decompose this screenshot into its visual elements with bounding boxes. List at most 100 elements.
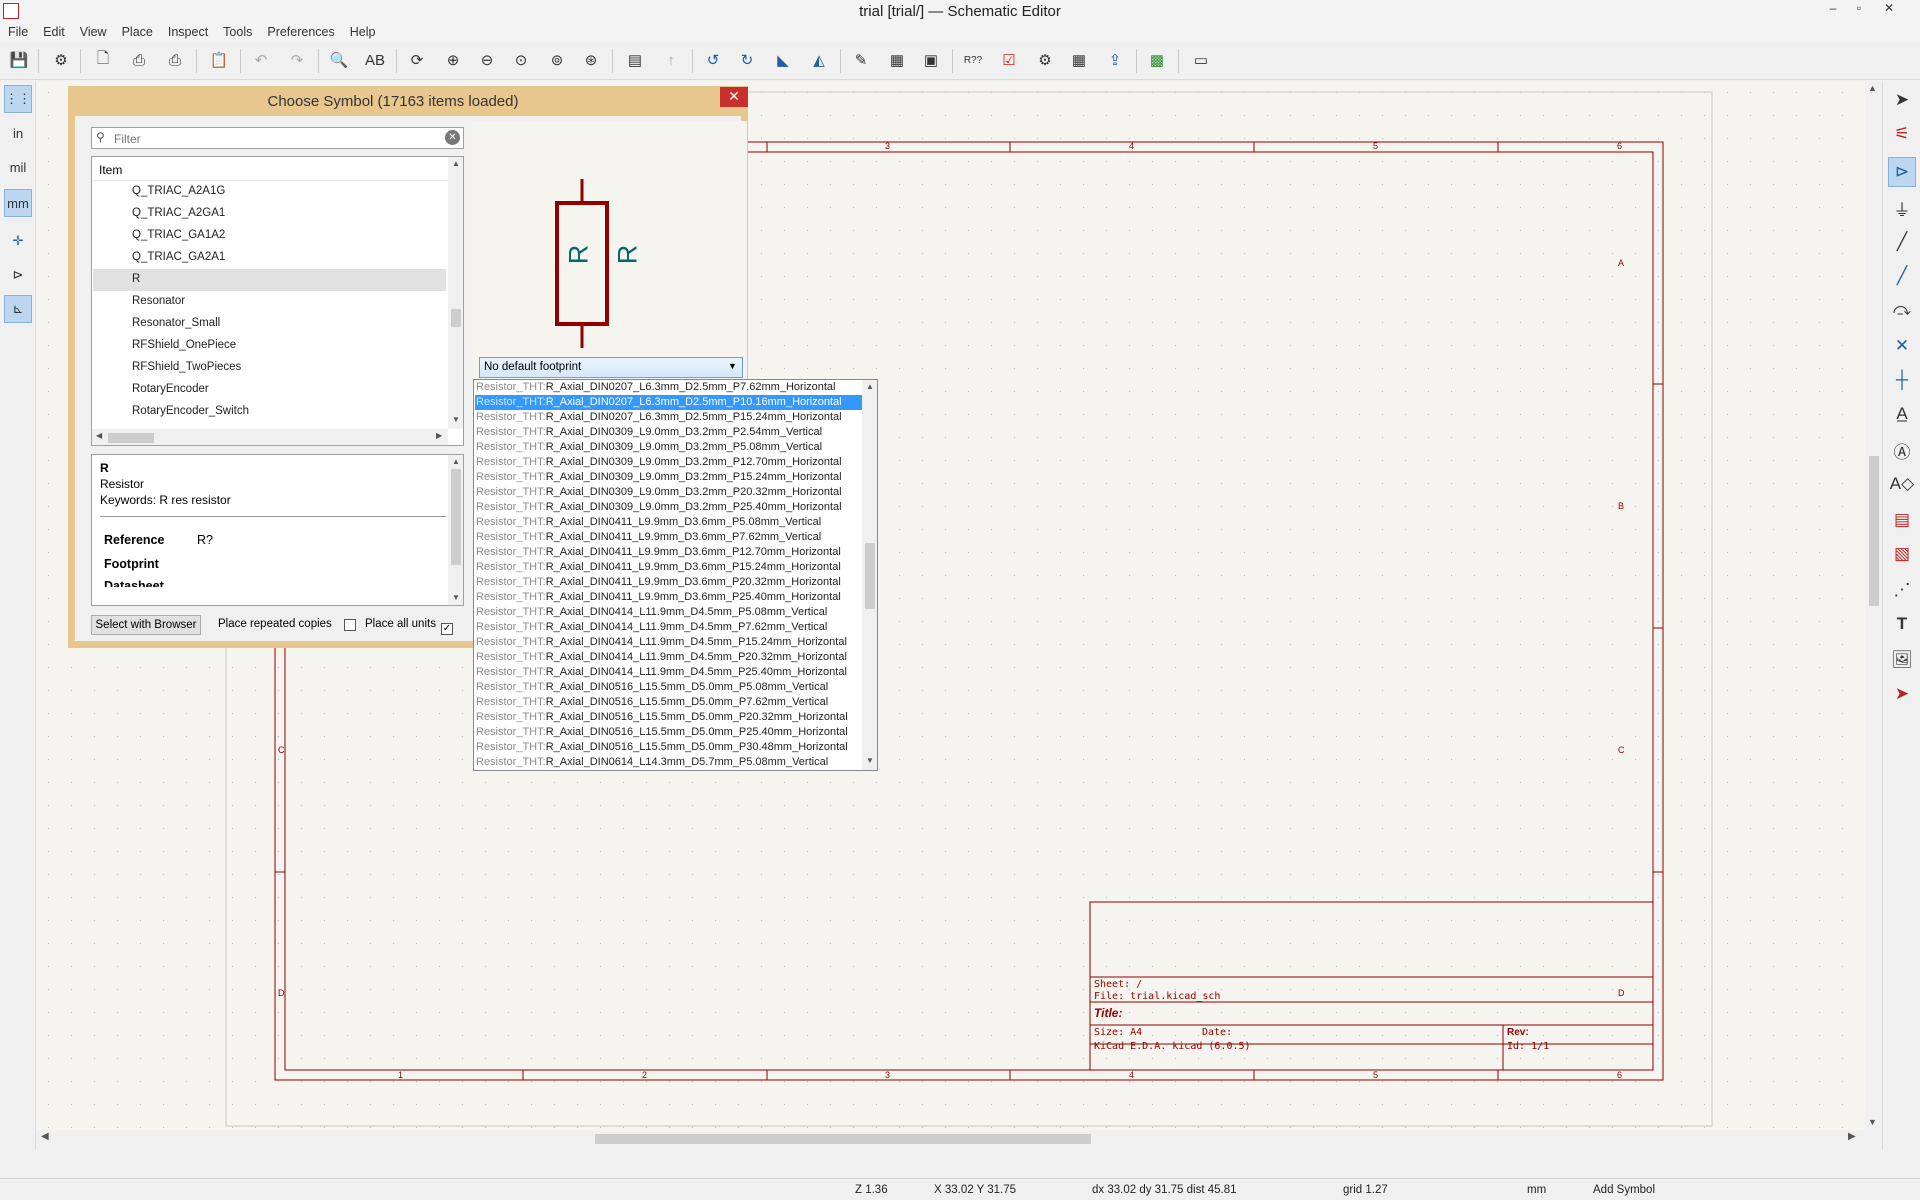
menu-help[interactable]: Help <box>342 22 383 39</box>
generate-bom-icon[interactable]: ⇪ <box>1102 47 1128 73</box>
cursor-style-icon[interactable]: ✛ <box>4 227 32 255</box>
add-image-icon[interactable]: 🖼 <box>1888 645 1916 675</box>
symbol-list-item[interactable]: RFShield_OnePiece <box>93 335 446 357</box>
add-power-icon[interactable]: ⏚ <box>1888 193 1916 223</box>
highlight-net-icon[interactable]: ⚟ <box>1888 119 1916 149</box>
symbol-list-item[interactable]: RFShield_TwoPieces <box>93 357 446 379</box>
mirror-vertical-icon[interactable]: ◣ <box>770 47 796 73</box>
symbol-tree-hscroll[interactable]: ◀ ▶ <box>92 429 448 445</box>
units-inches-button[interactable]: in <box>4 119 32 147</box>
add-sheet-icon[interactable]: ▤ <box>1888 505 1916 535</box>
paste-icon[interactable]: 📋 <box>206 47 232 73</box>
symbol-list-item[interactable]: Q_TRIAC_A2A1G <box>93 181 446 203</box>
footprint-list-item[interactable]: Resistor_THT:R_Axial_DIN0309_L9.0mm_D3.2… <box>475 455 862 470</box>
footprint-list-item[interactable]: Resistor_THT:R_Axial_DIN0309_L9.0mm_D3.2… <box>475 470 862 485</box>
import-sheet-pin-icon[interactable]: ▧ <box>1888 539 1916 569</box>
symbol-tree-vscroll[interactable]: ▲ ▼ <box>448 157 463 429</box>
footprint-list-item[interactable]: Resistor_THT:R_Axial_DIN0516_L15.5mm_D5.… <box>475 740 862 755</box>
footprint-list-vscroll[interactable]: ▲ ▼ <box>862 380 877 770</box>
footprint-select[interactable]: No default footprint ▼ <box>479 357 743 378</box>
footprint-list-item[interactable]: Resistor_THT:R_Axial_DIN0207_L6.3mm_D2.5… <box>475 410 862 425</box>
minimize-button[interactable]: – <box>1820 1 1846 19</box>
footprint-list-item[interactable]: Resistor_THT:R_Axial_DIN0414_L11.9mm_D4.… <box>475 665 862 680</box>
add-global-label-icon[interactable]: Ⓐ <box>1888 435 1916 465</box>
details-vscroll[interactable]: ▲ ▼ <box>448 455 463 605</box>
footprint-list-item[interactable]: Resistor_THT:R_Axial_DIN0414_L11.9mm_D4.… <box>475 635 862 650</box>
mirror-horizontal-icon[interactable]: ◭ <box>806 47 832 73</box>
hidden-pins-icon[interactable]: ⊳ <box>4 261 32 289</box>
annotate-icon[interactable]: R?? <box>960 47 986 73</box>
redo-icon[interactable]: ↷ <box>284 47 310 73</box>
footprint-list-item[interactable]: Resistor_THT:R_Axial_DIN0411_L9.9mm_D3.6… <box>475 515 862 530</box>
footprint-list-item[interactable]: Resistor_THT:R_Axial_DIN0309_L9.0mm_D3.2… <box>475 440 862 455</box>
vertical-scroll-thumb[interactable] <box>1869 456 1879 606</box>
delete-tool-icon[interactable]: ➤ <box>1888 679 1916 709</box>
symbol-editor-icon[interactable]: ✎ <box>848 47 874 73</box>
add-bus-entry-icon[interactable]: ⤼ <box>1888 295 1916 325</box>
select-tool-icon[interactable]: ➤ <box>1888 85 1916 115</box>
place-repeated-copies-checkbox[interactable] <box>340 618 356 632</box>
footprint-list-item[interactable]: Resistor_THT:R_Axial_DIN0411_L9.9mm_D3.6… <box>475 560 862 575</box>
symbol-list-item[interactable]: R <box>93 269 446 291</box>
symbol-tree[interactable]: Item Q_TRIAC_A2A1G Q_TRIAC_A2GA1 Q_TRIAC_G… <box>91 156 464 446</box>
footprint-list-item[interactable]: Resistor_THT:R_Axial_DIN0516_L15.5mm_D5.… <box>475 695 862 710</box>
print-icon[interactable]: ⎙ <box>126 47 152 73</box>
footprint-list-item[interactable]: Resistor_THT:R_Axial_DIN0414_L11.9mm_D4.… <box>475 620 862 635</box>
erc-icon[interactable]: ☑ <box>996 47 1022 73</box>
schematic-setup-icon[interactable]: ⚙ <box>48 47 74 73</box>
add-junction-icon[interactable]: ┼ <box>1888 365 1916 395</box>
footprint-list-item[interactable]: Resistor_THT:R_Axial_DIN0516_L15.5mm_D5.… <box>475 710 862 725</box>
footprint-list-item[interactable]: Resistor_THT:R_Axial_DIN0516_L15.5mm_D5.… <box>475 725 862 740</box>
units-mils-button[interactable]: mil <box>4 153 32 181</box>
assign-footprints-icon[interactable]: ⚙ <box>1032 47 1058 73</box>
symbol-list-item[interactable]: Q_TRIAC_A2GA1 <box>93 203 446 225</box>
rotate-ccw-icon[interactable]: ↺ <box>700 47 726 73</box>
symbol-library-browser-icon[interactable]: ▦ <box>884 47 910 73</box>
add-bus-icon[interactable]: ╱ <box>1888 261 1916 291</box>
footprint-list-item[interactable]: Resistor_THT:R_Axial_DIN0309_L9.0mm_D3.2… <box>475 425 862 440</box>
zoom-fit-icon[interactable]: ⊙ <box>508 47 534 73</box>
footprint-list-item[interactable]: Resistor_THT:R_Axial_DIN0516_L15.5mm_D5.… <box>475 680 862 695</box>
zoom-area-icon[interactable]: ⊛ <box>578 47 604 73</box>
zoom-out-icon[interactable]: ⊖ <box>474 47 500 73</box>
menu-file[interactable]: File <box>0 22 35 39</box>
footprint-list-item[interactable]: Resistor_THT:R_Axial_DIN0309_L9.0mm_D3.2… <box>475 485 862 500</box>
refresh-icon[interactable]: ⟳ <box>404 47 430 73</box>
footprint-assign-icon[interactable]: ▣ <box>918 47 944 73</box>
zoom-objects-icon[interactable]: ⊚ <box>544 47 570 73</box>
select-with-browser-button[interactable]: Select with Browser <box>91 615 201 635</box>
plot-icon[interactable]: ⎙ <box>162 47 188 73</box>
no-connect-icon[interactable]: ✕ <box>1888 331 1916 361</box>
save-icon[interactable]: 💾 <box>6 47 32 73</box>
symbol-list-item[interactable]: Q_TRIAC_GA1A2 <box>93 225 446 247</box>
add-label-icon[interactable]: A̲ <box>1888 399 1916 429</box>
undo-icon[interactable]: ↶ <box>248 47 274 73</box>
filter-input[interactable]: ⚲ Filter ✕ <box>91 127 464 149</box>
horizontal-scrollbar[interactable]: ◀ ▶ <box>37 1130 1882 1147</box>
find-replace-icon[interactable]: AB <box>362 47 388 73</box>
hierarchy-navigator-icon[interactable]: ▤ <box>622 47 648 73</box>
add-wire-icon[interactable]: ╱ <box>1888 227 1916 257</box>
restore-button[interactable]: ▫ <box>1846 1 1872 19</box>
leave-sheet-icon[interactable]: ↑ <box>658 47 684 73</box>
scripting-console-icon[interactable]: ▭ <box>1188 47 1214 73</box>
find-icon[interactable]: 🔍 <box>326 47 352 73</box>
symbol-list-item[interactable]: Resonator_Small <box>93 313 446 335</box>
menu-view[interactable]: View <box>72 22 114 39</box>
footprint-list-item[interactable]: Resistor_THT:R_Axial_DIN0411_L9.9mm_D3.6… <box>475 575 862 590</box>
grid-toggle-icon[interactable]: ⋮⋮ <box>4 85 32 113</box>
rotate-cw-icon[interactable]: ↻ <box>734 47 760 73</box>
footprint-list-item[interactable]: Resistor_THT:R_Axial_DIN0411_L9.9mm_D3.6… <box>475 590 862 605</box>
pcb-editor-icon[interactable]: ▩ <box>1144 47 1170 73</box>
zoom-in-icon[interactable]: ⊕ <box>440 47 466 73</box>
symbol-list-item[interactable]: Q_TRIAC_GA2A1 <box>93 247 446 269</box>
menu-place[interactable]: Place <box>114 22 160 39</box>
vertical-scrollbar[interactable]: ▲ ▼ <box>1865 81 1882 1130</box>
dialog-titlebar[interactable]: Choose Symbol (17163 items loaded) ✕ <box>68 86 748 116</box>
symbol-list-item[interactable]: RotaryEncoder_Switch <box>93 401 446 423</box>
footprint-list-item[interactable]: Resistor_THT:R_Axial_DIN0207_L6.3mm_D2.5… <box>475 395 862 410</box>
menu-preferences[interactable]: Preferences <box>259 22 341 39</box>
page-settings-icon[interactable]: 🗋 <box>90 47 116 73</box>
add-hierarchical-label-icon[interactable]: A◇ <box>1888 469 1916 499</box>
footprint-list-item[interactable]: Resistor_THT:R_Axial_DIN0411_L9.9mm_D3.6… <box>475 530 862 545</box>
